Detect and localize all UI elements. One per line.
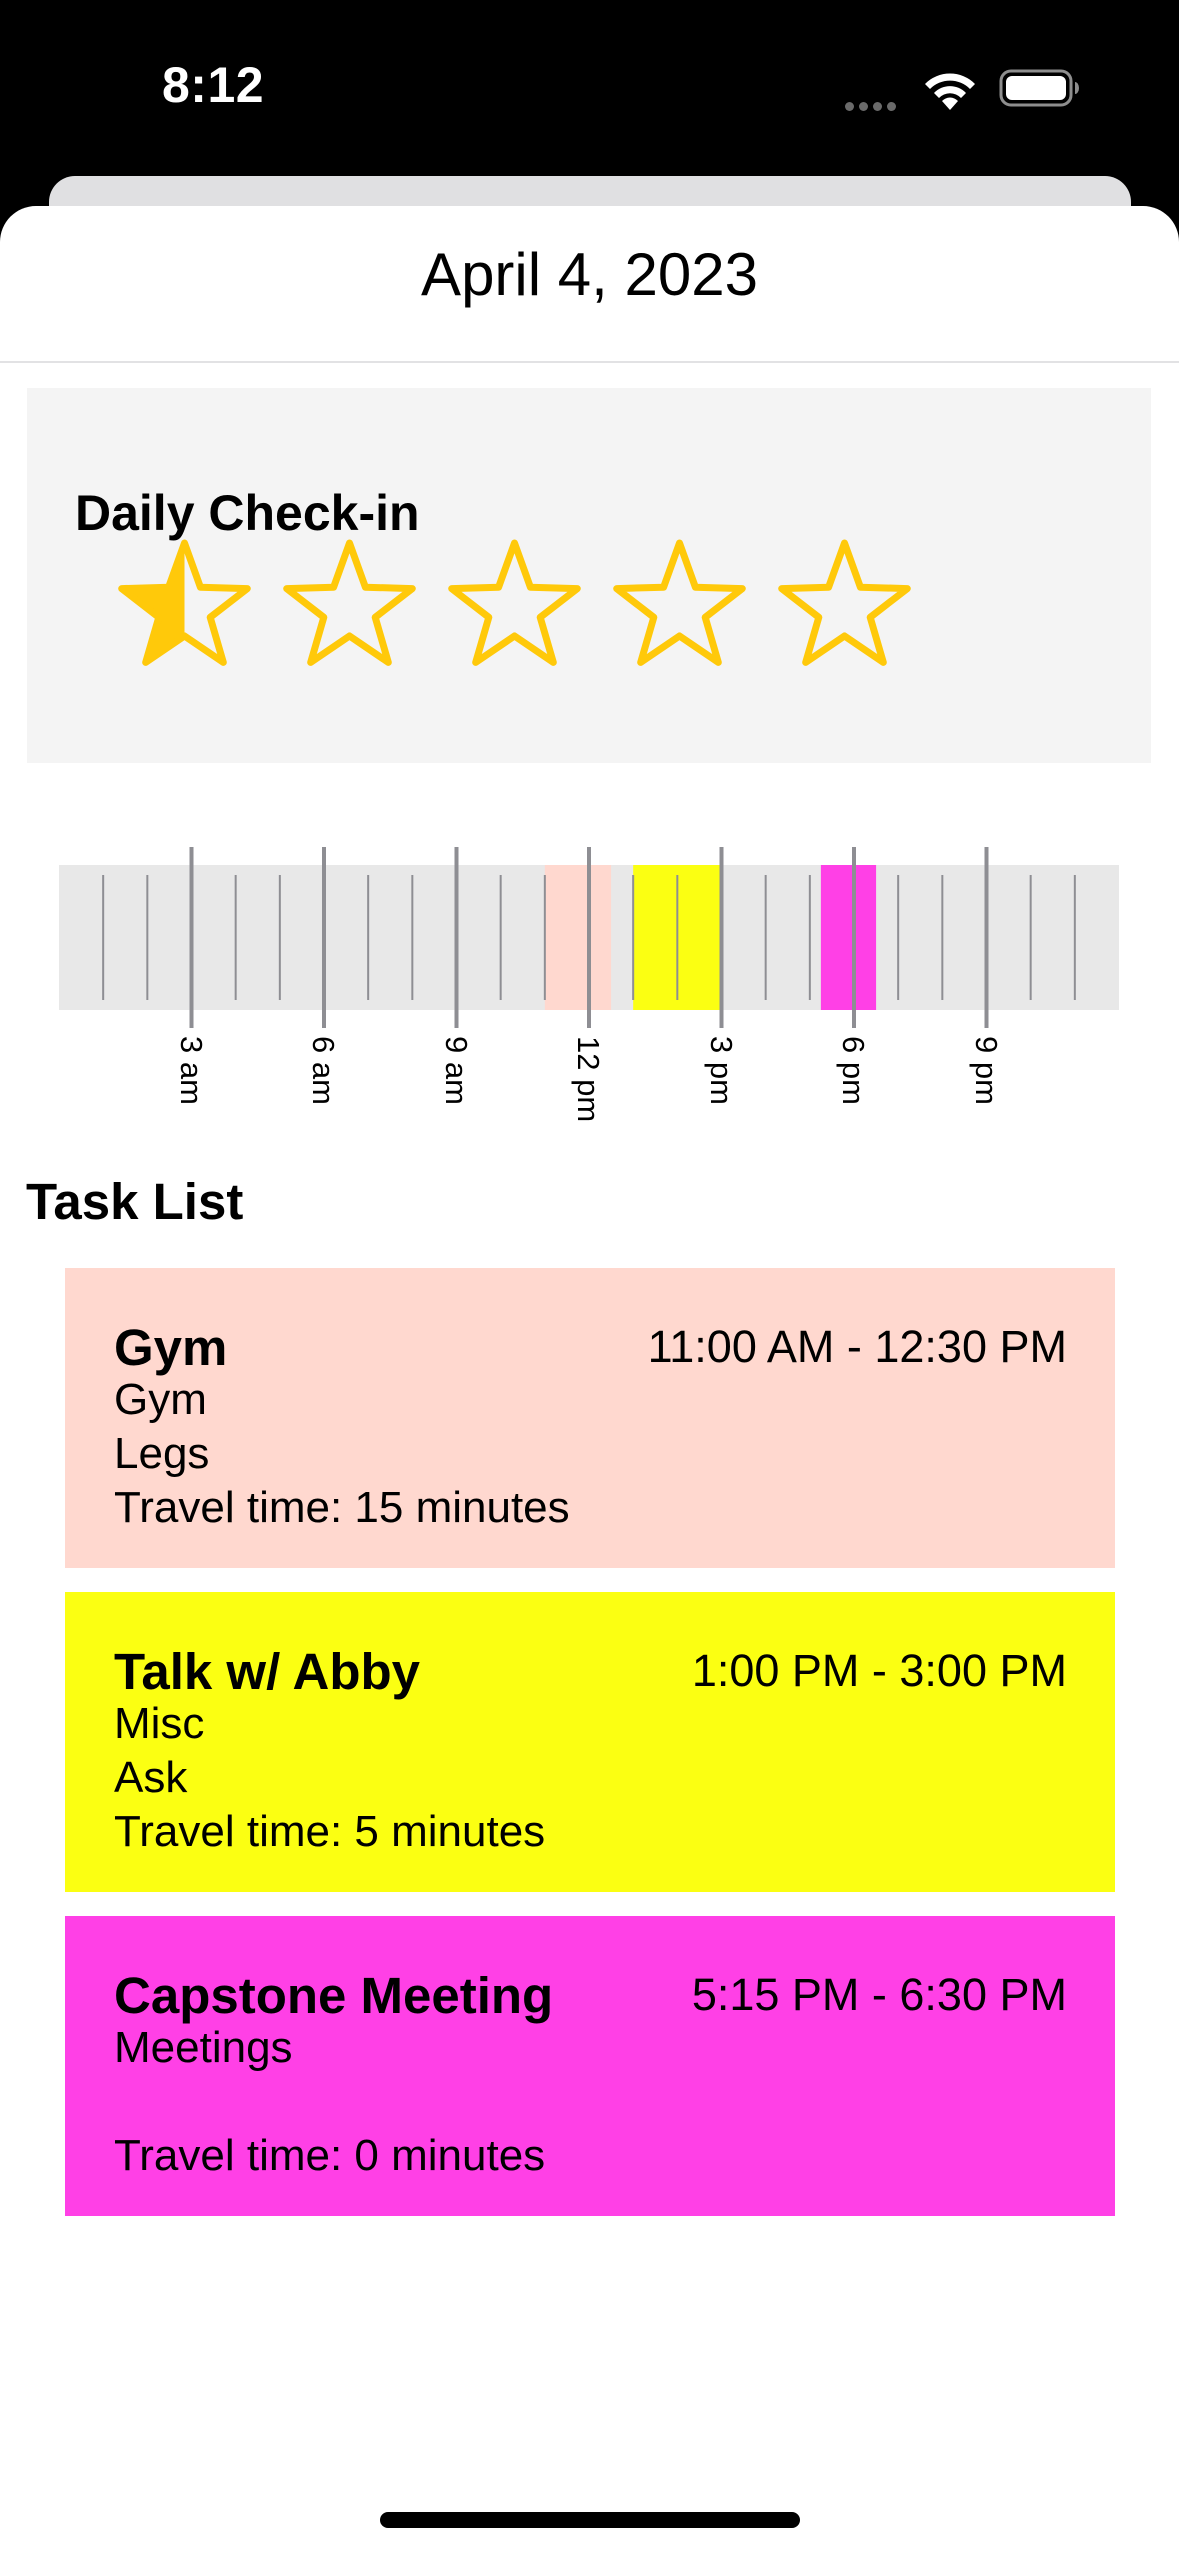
task-time: 5:15 PM - 6:30 PM bbox=[691, 1969, 1067, 2020]
star-icon[interactable] bbox=[772, 533, 917, 678]
timeline-task-block[interactable] bbox=[820, 865, 877, 1010]
star-icon[interactable] bbox=[442, 533, 587, 678]
sheet-header: April 4, 2023 bbox=[0, 206, 1179, 363]
task-title: Capstone Meeting bbox=[114, 1967, 554, 2024]
task-travel-time: Travel time: 0 minutes bbox=[114, 2131, 546, 2180]
timeline-tick-label: 9 pm bbox=[968, 1036, 1004, 1105]
task-time: 11:00 AM - 12:30 PM bbox=[647, 1321, 1067, 1372]
status-bar: 8:12 bbox=[0, 0, 1179, 175]
star-icon[interactable] bbox=[112, 533, 257, 678]
timeline-tick-label: 12 pm bbox=[571, 1036, 606, 1123]
battery-icon bbox=[999, 69, 1079, 107]
status-time: 8:12 bbox=[162, 57, 265, 113]
task-category: Gym bbox=[114, 1375, 207, 1424]
task-category: Misc bbox=[114, 1699, 205, 1748]
timeline-tick-label: 9 am bbox=[438, 1036, 474, 1105]
task-card[interactable]: Capstone Meeting 5:15 PM - 6:30 PM Meeti… bbox=[65, 1916, 1115, 2216]
task-title: Talk w/ Abby bbox=[114, 1643, 421, 1700]
star-icon[interactable] bbox=[277, 533, 422, 678]
timeline-tick-label: 3 pm bbox=[703, 1036, 739, 1105]
task-card[interactable]: Talk w/ Abby 1:00 PM - 3:00 PM Misc Ask … bbox=[65, 1592, 1115, 1892]
star-rating[interactable] bbox=[27, 533, 1151, 678]
timeline-tick-label: 6 am bbox=[306, 1036, 341, 1105]
task-notes: Legs bbox=[114, 1429, 210, 1478]
task-notes: Ask bbox=[114, 1753, 188, 1802]
home-indicator[interactable] bbox=[380, 2512, 800, 2528]
wifi-icon bbox=[925, 73, 975, 110]
date-title: April 4, 2023 bbox=[421, 241, 758, 308]
task-travel-time: Travel time: 15 minutes bbox=[114, 1483, 570, 1532]
cellular-signal-icon bbox=[845, 98, 901, 116]
task-list-title: Task List bbox=[26, 1173, 244, 1230]
day-detail-sheet: April 4, 2023 Daily Check-in 3 am 6 am 9 a… bbox=[0, 206, 1179, 2556]
daily-checkin-card: Daily Check-in bbox=[27, 388, 1151, 763]
task-travel-time: Travel time: 5 minutes bbox=[114, 1807, 546, 1856]
timeline-tick-label: 6 pm bbox=[836, 1036, 871, 1105]
task-card[interactable]: Gym 11:00 AM - 12:30 PM Gym Legs Travel … bbox=[65, 1268, 1115, 1568]
timeline-task-block[interactable] bbox=[544, 865, 612, 1010]
timeline-tick-label: 3 am bbox=[173, 1036, 209, 1105]
task-category: Meetings bbox=[114, 2023, 293, 2072]
task-title: Gym bbox=[114, 1319, 228, 1376]
star-icon[interactable] bbox=[607, 533, 752, 678]
task-time: 1:00 PM - 3:00 PM bbox=[691, 1645, 1067, 1696]
